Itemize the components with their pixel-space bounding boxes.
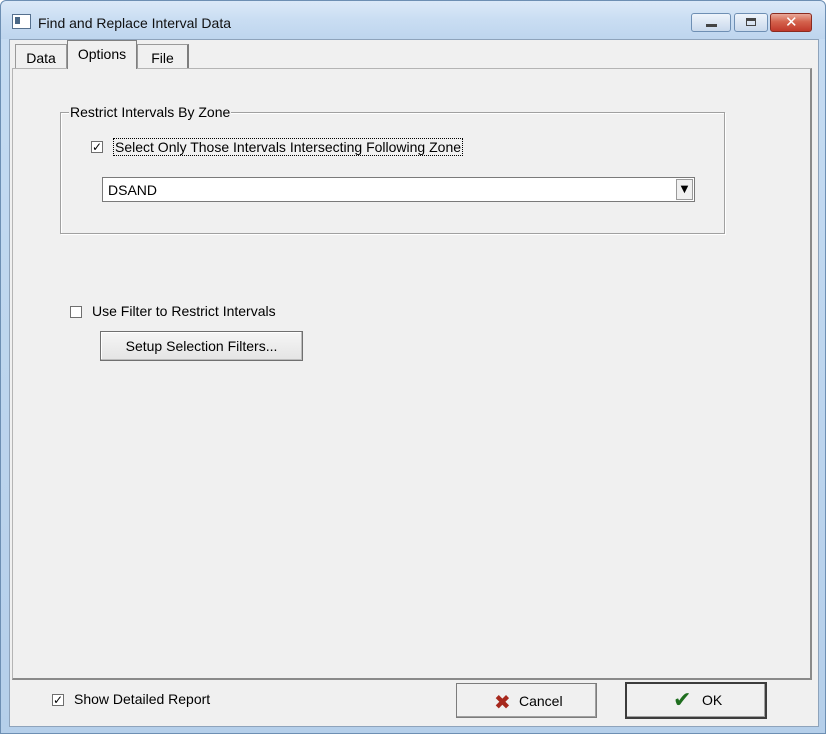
minimize-icon [706,24,717,27]
tab-file[interactable]: File [137,44,189,68]
checkmark-icon: ✓ [92,140,103,154]
tab-strip: Data Options File [10,40,818,69]
cancel-x-icon: ✖ [494,690,511,714]
options-panel: Restrict Intervals By Zone ✓ Select Only… [12,68,812,680]
dropdown-arrow-icon[interactable]: ▼ [676,179,693,200]
maximize-icon [746,18,756,26]
tab-data[interactable]: Data [15,44,67,68]
zone-checkbox[interactable]: ✓ [91,141,103,153]
dialog-footer: ✓ Show Detailed Report ✖ Cancel ✔ OK [10,680,818,726]
filter-checkbox-label[interactable]: Use Filter to Restrict Intervals [92,303,276,319]
cancel-button-label: Cancel [519,693,563,709]
app-icon[interactable] [12,14,31,29]
cancel-button[interactable]: ✖ Cancel [456,683,597,718]
ok-button[interactable]: ✔ OK [625,682,767,719]
zone-groupbox: Restrict Intervals By Zone ✓ Select Only… [60,104,725,234]
setup-filters-button[interactable]: Setup Selection Filters... [100,331,303,361]
zone-combobox-value: DSAND [108,182,158,198]
filter-checkbox[interactable] [70,306,82,318]
tab-options[interactable]: Options [67,40,137,69]
zone-checkbox-label[interactable]: Select Only Those Intervals Intersecting… [113,138,464,156]
window-title: Find and Replace Interval Data [38,15,231,31]
ok-button-label: OK [702,692,723,708]
ok-check-icon: ✔ [673,688,692,713]
title-bar[interactable]: Find and Replace Interval Data ✕ [1,1,825,39]
zone-combobox[interactable]: DSAND ▼ [102,177,695,202]
close-icon: ✕ [785,13,798,31]
report-checkbox-label[interactable]: Show Detailed Report [74,691,210,707]
dialog-client: Data Options File Restrict Intervals By … [9,39,819,727]
zone-group-legend: Restrict Intervals By Zone [69,104,232,120]
maximize-button[interactable] [734,13,768,32]
minimize-button[interactable] [691,13,731,32]
close-button[interactable]: ✕ [770,13,812,32]
checkmark-icon: ✓ [53,693,64,707]
report-checkbox[interactable]: ✓ [52,694,64,706]
dialog-window: Find and Replace Interval Data ✕ Data Op… [0,0,826,734]
